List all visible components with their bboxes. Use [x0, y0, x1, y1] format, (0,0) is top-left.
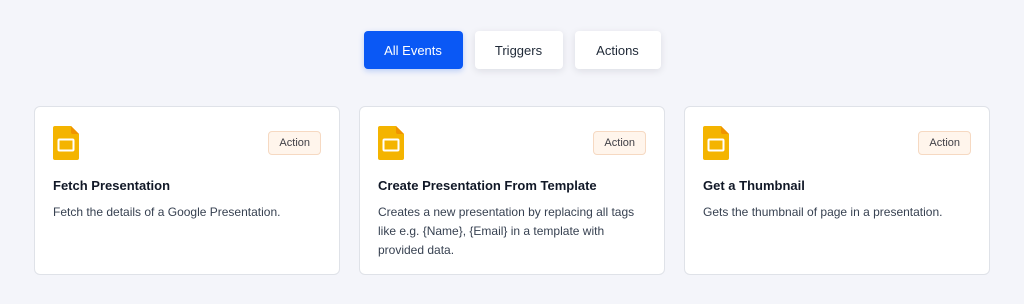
event-filter-tabs: All Events Triggers Actions: [0, 31, 1024, 69]
event-card-create-presentation-from-template[interactable]: Action Create Presentation From Template…: [359, 106, 665, 275]
google-slides-icon: [378, 126, 404, 160]
card-description: Creates a new presentation by replacing …: [378, 205, 635, 257]
tab-actions[interactable]: Actions: [574, 31, 661, 69]
event-card-list: Action Fetch Presentation Fetch the deta…: [34, 106, 990, 275]
action-badge: Action: [593, 131, 646, 155]
google-slides-icon: [703, 126, 729, 160]
card-title: Create Presentation From Template: [378, 178, 597, 193]
action-badge: Action: [918, 131, 971, 155]
event-card-get-a-thumbnail[interactable]: Action Get a Thumbnail Gets the thumbnai…: [684, 106, 990, 275]
action-badge: Action: [268, 131, 321, 155]
card-title: Fetch Presentation: [53, 178, 171, 193]
google-slides-icon: [53, 126, 79, 160]
card-description: Fetch the details of a Google Presentati…: [53, 205, 281, 219]
tab-triggers[interactable]: Triggers: [474, 31, 563, 69]
tab-all-events[interactable]: All Events: [363, 31, 463, 69]
card-description: Gets the thumbnail of page in a presenta…: [703, 205, 943, 219]
event-card-fetch-presentation[interactable]: Action Fetch Presentation Fetch the deta…: [34, 106, 340, 275]
card-title: Get a Thumbnail: [703, 178, 805, 193]
